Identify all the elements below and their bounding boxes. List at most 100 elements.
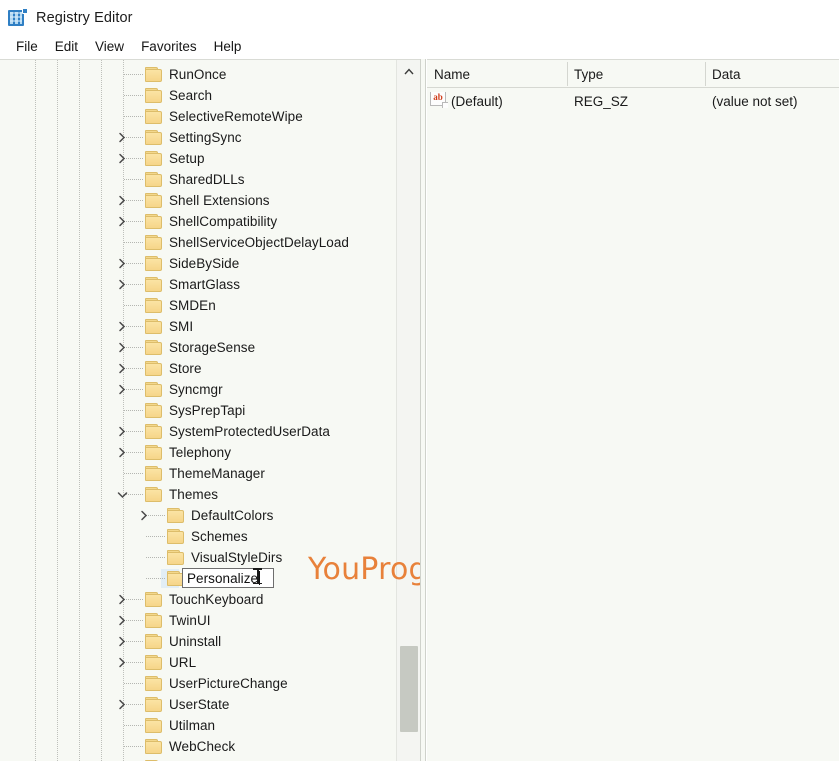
tree-item-label: TouchKeyboard [169,592,264,607]
chevron-right-icon[interactable] [115,442,129,463]
chevron-right-icon[interactable] [115,253,129,274]
chevron-right-icon[interactable] [115,652,129,673]
chevron-right-icon[interactable] [115,421,129,442]
tree-item-label: Search [169,88,213,103]
tree-item-webcheck[interactable]: WebCheck [0,736,396,757]
rename-key-input[interactable]: Personalize [182,568,274,588]
tree-item-smi[interactable]: SMI [0,316,396,337]
tree-item-label: ThemeManager [169,466,265,481]
tree-item-utilman[interactable]: Utilman [0,715,396,736]
value-name: (Default) [451,93,503,109]
tree-item-systemprotecteduserdata[interactable]: SystemProtectedUserData [0,421,396,442]
chevron-right-icon[interactable] [115,211,129,232]
tree-item-setup[interactable]: Setup [0,148,396,169]
folder-icon [145,403,162,418]
tree-item-syspreptapi[interactable]: SysPrepTapi [0,400,396,421]
folder-icon [145,172,162,187]
chevron-right-icon[interactable] [115,757,129,761]
tree-item-smden[interactable]: SMDEn [0,295,396,316]
menu-help[interactable]: Help [206,38,251,56]
tree-item-thememanager[interactable]: ThemeManager [0,463,396,484]
tree-item-sidebyside[interactable]: SideBySide [0,253,396,274]
tree-item-label: UserState [169,697,230,712]
chevron-right-icon[interactable] [115,127,129,148]
menu-file[interactable]: File [8,38,47,56]
tree-item-wcmsvc[interactable]: WcmSvc [0,757,396,761]
tree-item-label: VisualStyleDirs [191,550,283,565]
menu-view[interactable]: View [87,38,133,56]
tree-item-label: ShellServiceObjectDelayLoad [169,235,349,250]
registry-values-pane[interactable]: Name Type Data ab (Default) REG_SZ (valu… [427,59,839,761]
tree-item-telephony[interactable]: Telephony [0,442,396,463]
pane-splitter[interactable] [420,59,426,761]
tree-vertical-scrollbar[interactable] [396,60,420,761]
tree-item-label: UserPictureChange [169,676,288,691]
tree-item-syncmgr[interactable]: Syncmgr [0,379,396,400]
tree-item-userpicturechange[interactable]: UserPictureChange [0,673,396,694]
value-row[interactable]: ab (Default) REG_SZ (value not set) [427,89,839,113]
tree-item-url[interactable]: URL [0,652,396,673]
tree-item-schemes[interactable]: Schemes [0,526,396,547]
folder-icon [145,634,162,649]
tree-item-userstate[interactable]: UserState [0,694,396,715]
menu-favorites[interactable]: Favorites [133,38,206,56]
chevron-right-icon[interactable] [115,610,129,631]
column-header-type[interactable]: Type [567,60,705,88]
chevron-right-icon[interactable] [115,631,129,652]
folder-icon [145,655,162,670]
main-split: RunOnce Search SelectiveRemoteWipe SettingS… [0,59,839,761]
registry-key-tree[interactable]: RunOnce Search SelectiveRemoteWipe SettingS… [0,59,420,761]
chevron-right-icon[interactable] [115,148,129,169]
tree-connector-line [124,725,143,726]
chevron-right-icon[interactable] [115,190,129,211]
folder-icon [145,697,162,712]
tree-item-store[interactable]: Store [0,358,396,379]
tree-item-runonce[interactable]: RunOnce [0,64,396,85]
chevron-right-icon[interactable] [115,337,129,358]
tree-item-shell-extensions[interactable]: Shell Extensions [0,190,396,211]
folder-icon [145,151,162,166]
tree-item-label: Schemes [191,529,248,544]
tree-item-label: SideBySide [169,256,240,271]
chevron-right-icon[interactable] [137,505,151,526]
folder-icon [145,340,162,355]
folder-icon [145,487,162,502]
tree-item-shareddlls[interactable]: SharedDLLs [0,169,396,190]
chevron-right-icon[interactable] [115,316,129,337]
column-header-name[interactable]: Name [427,60,567,88]
tree-item-selectiveremotewipe[interactable]: SelectiveRemoteWipe [0,106,396,127]
chevron-down-icon[interactable] [115,484,129,505]
tree-item-shellserviceobjectdelayload[interactable]: ShellServiceObjectDelayLoad [0,232,396,253]
tree-item-uninstall[interactable]: Uninstall [0,631,396,652]
tree-item-defaultcolors[interactable]: DefaultColors [0,505,396,526]
tree-item-twinui[interactable]: TwinUI [0,610,396,631]
folder-icon [145,718,162,733]
scroll-up-arrow-icon[interactable] [397,60,420,82]
title-bar: Registry Editor [0,0,839,35]
chevron-right-icon[interactable] [115,358,129,379]
tree-item-shellcompatibility[interactable]: ShellCompatibility [0,211,396,232]
chevron-right-icon[interactable] [115,589,129,610]
value-data: (value not set) [712,93,798,109]
tree-item-smartglass[interactable]: SmartGlass [0,274,396,295]
folder-icon [145,592,162,607]
tree-item-search[interactable]: Search [0,85,396,106]
tree-item-touchkeyboard[interactable]: TouchKeyboard [0,589,396,610]
scroll-thumb[interactable] [400,646,418,732]
tree-connector-line [124,410,143,411]
chevron-right-icon[interactable] [115,379,129,400]
column-header-data[interactable]: Data [705,60,839,88]
tree-connector-line [124,179,143,180]
tree-item-label: Utilman [169,718,216,733]
tree-item-label: SystemProtectedUserData [169,424,330,439]
folder-icon [167,508,184,523]
tree-item-storagesense[interactable]: StorageSense [0,337,396,358]
chevron-right-icon[interactable] [115,694,129,715]
folder-icon [145,235,162,250]
tree-item-themes[interactable]: Themes [0,484,396,505]
tree-connector-line [146,557,165,558]
chevron-right-icon[interactable] [115,274,129,295]
tree-item-settingsync[interactable]: SettingSync [0,127,396,148]
menu-edit[interactable]: Edit [47,38,87,56]
folder-icon [145,445,162,460]
